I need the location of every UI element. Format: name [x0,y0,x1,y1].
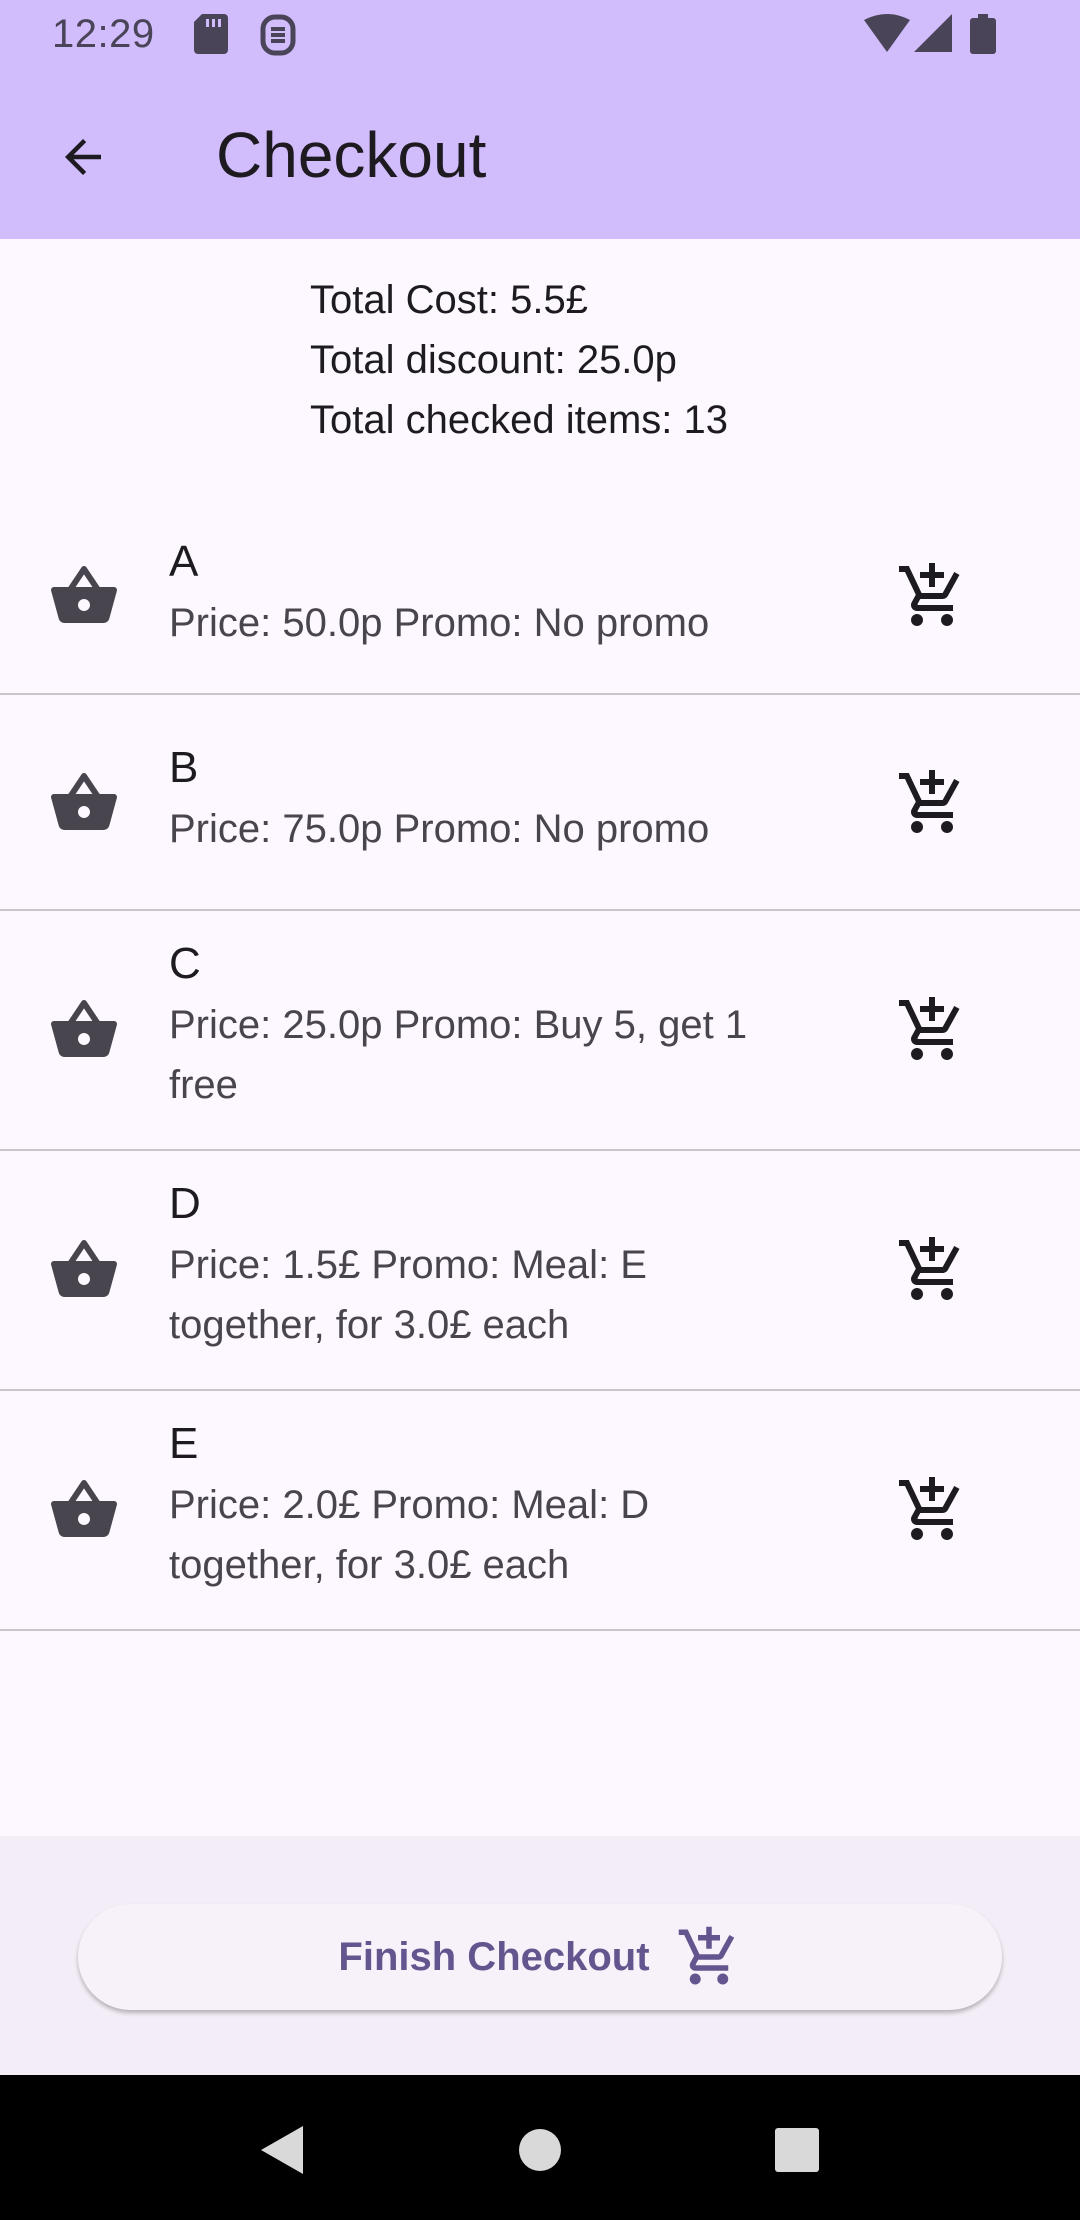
item-name: C [169,939,201,988]
basket-icon [48,1234,120,1306]
sim-icon [260,14,296,61]
back-button[interactable] [40,114,126,200]
item-details: Price: 50.0p Promo: No promo [169,601,710,645]
item-name: D [169,1179,201,1228]
signal-icon [914,14,952,59]
item-details: Price: 1.5£ Promo: Meal: E together, for… [169,1243,647,1347]
total-cost: Total Cost: 5.5£ [310,278,588,322]
add-shopping-cart-icon [678,1926,734,1985]
add-shopping-cart-icon[interactable] [896,560,968,632]
total-discount: Total discount: 25.0p [310,338,677,382]
finish-checkout-button[interactable]: Finish Checkout [78,1904,1002,2010]
bottom-panel: Finish Checkout [0,1836,1080,2075]
sd-card-icon [194,14,228,59]
add-shopping-cart-icon[interactable] [896,1474,968,1546]
list-item[interactable]: B Price: 75.0p Promo: No promo [0,695,1080,911]
add-shopping-cart-icon[interactable] [896,1234,968,1306]
triangle-back-icon [261,2126,303,2174]
item-text: A Price: 50.0p Promo: No promo [169,531,809,653]
checkout-screen: 12:29 Checkout Total Cost: 5.5£ Total di… [0,0,1080,2220]
item-list: A Price: 50.0p Promo: No promo B Price: … [0,505,1080,1631]
arrow-back-icon [65,139,101,175]
battery-icon [970,14,996,59]
status-bar: 12:29 [0,0,1080,72]
item-text: D Price: 1.5£ Promo: Meal: E together, f… [169,1173,809,1355]
wifi-icon [864,14,910,59]
add-shopping-cart-icon[interactable] [896,767,968,839]
add-shopping-cart-icon[interactable] [896,994,968,1066]
item-details: Price: 75.0p Promo: No promo [169,807,710,851]
item-name: B [169,743,199,792]
basket-icon [48,994,120,1066]
item-details: Price: 2.0£ Promo: Meal: D together, for… [169,1483,650,1587]
item-text: B Price: 75.0p Promo: No promo [169,737,809,859]
circle-home-icon [519,2129,561,2171]
top-area: 12:29 Checkout [0,0,1080,239]
list-item[interactable]: D Price: 1.5£ Promo: Meal: E together, f… [0,1151,1080,1391]
item-text: E Price: 2.0£ Promo: Meal: D together, f… [169,1413,809,1595]
list-item[interactable]: E Price: 2.0£ Promo: Meal: D together, f… [0,1391,1080,1631]
item-details: Price: 25.0p Promo: Buy 5, get 1 free [169,1003,748,1107]
basket-icon [48,767,120,839]
nav-home-button[interactable] [505,2115,575,2185]
nav-back-button[interactable] [247,2115,317,2185]
finish-checkout-label: Finish Checkout [338,1934,650,1979]
system-nav-bar [0,2075,1080,2220]
item-name: E [169,1419,199,1468]
item-name: A [169,537,199,586]
list-item[interactable]: C Price: 25.0p Promo: Buy 5, get 1 free [0,911,1080,1151]
square-recents-icon [775,2128,819,2172]
total-checked-items: Total checked items: 13 [310,398,728,442]
status-time: 12:29 [52,12,155,56]
basket-icon [48,560,120,632]
nav-recents-button[interactable] [762,2115,832,2185]
checkout-summary: Total Cost: 5.5£ Total discount: 25.0p T… [310,270,728,450]
app-bar: Checkout [0,72,1080,239]
page-title: Checkout [216,119,487,191]
item-text: C Price: 25.0p Promo: Buy 5, get 1 free [169,933,809,1115]
list-item[interactable]: A Price: 50.0p Promo: No promo [0,505,1080,695]
basket-icon [48,1474,120,1546]
